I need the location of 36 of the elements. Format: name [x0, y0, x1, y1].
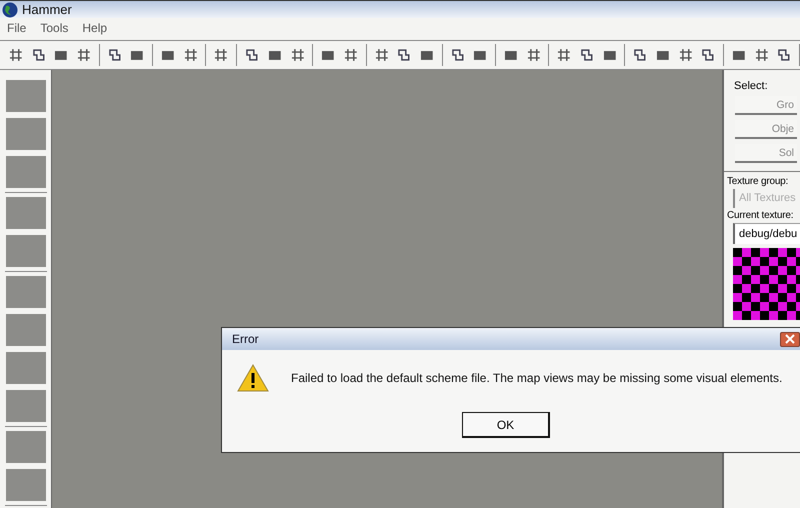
toolbar-icon[interactable] — [30, 47, 46, 63]
close-button[interactable] — [780, 332, 800, 346]
toolbar-icon[interactable] — [182, 47, 198, 63]
globe-icon — [2, 2, 18, 18]
current-texture-label: Current texture: — [727, 210, 794, 221]
warning-icon — [237, 364, 269, 392]
menu-item[interactable]: File — [7, 21, 26, 35]
texture-preview — [733, 248, 800, 320]
toolbar-icon[interactable] — [8, 47, 24, 63]
window-title: Hammer — [22, 2, 72, 17]
toolbar-icon[interactable] — [526, 47, 542, 63]
error-message: Failed to load the default scheme file. The map views may be missing some visual elements. — [291, 371, 782, 385]
toolbar-icon[interactable] — [76, 47, 92, 63]
toolbar-icon[interactable] — [754, 47, 770, 63]
toolbar-icon[interactable] — [556, 47, 572, 63]
ok-button[interactable]: OK — [462, 412, 550, 438]
toolbar-icon[interactable] — [776, 47, 792, 63]
menu-item[interactable]: Tools — [40, 21, 68, 35]
toolbar-icon[interactable] — [678, 47, 694, 63]
toolbar-icon[interactable] — [290, 47, 306, 63]
toolbar-icon[interactable] — [450, 47, 466, 63]
close-icon — [785, 334, 795, 344]
toolbar-icon[interactable] — [106, 47, 122, 63]
texture-group-label: Texture group: — [727, 176, 790, 187]
toolbar-icon[interactable] — [244, 47, 260, 63]
toolbar-icon[interactable] — [632, 47, 648, 63]
toolbar-icon[interactable] — [396, 47, 412, 63]
toolbar-icon[interactable] — [700, 47, 716, 63]
toolbar-icon[interactable] — [213, 47, 230, 63]
toolbar-icon[interactable] — [342, 47, 359, 63]
select-label: Select: — [734, 80, 769, 92]
toolbar-icon[interactable] — [578, 47, 595, 63]
toolbar-icon[interactable] — [374, 47, 390, 63]
current-texture-field[interactable]: debug/debu — [733, 223, 800, 244]
dialog-title: Error — [232, 332, 259, 346]
menu-item[interactable]: Help — [82, 21, 108, 35]
